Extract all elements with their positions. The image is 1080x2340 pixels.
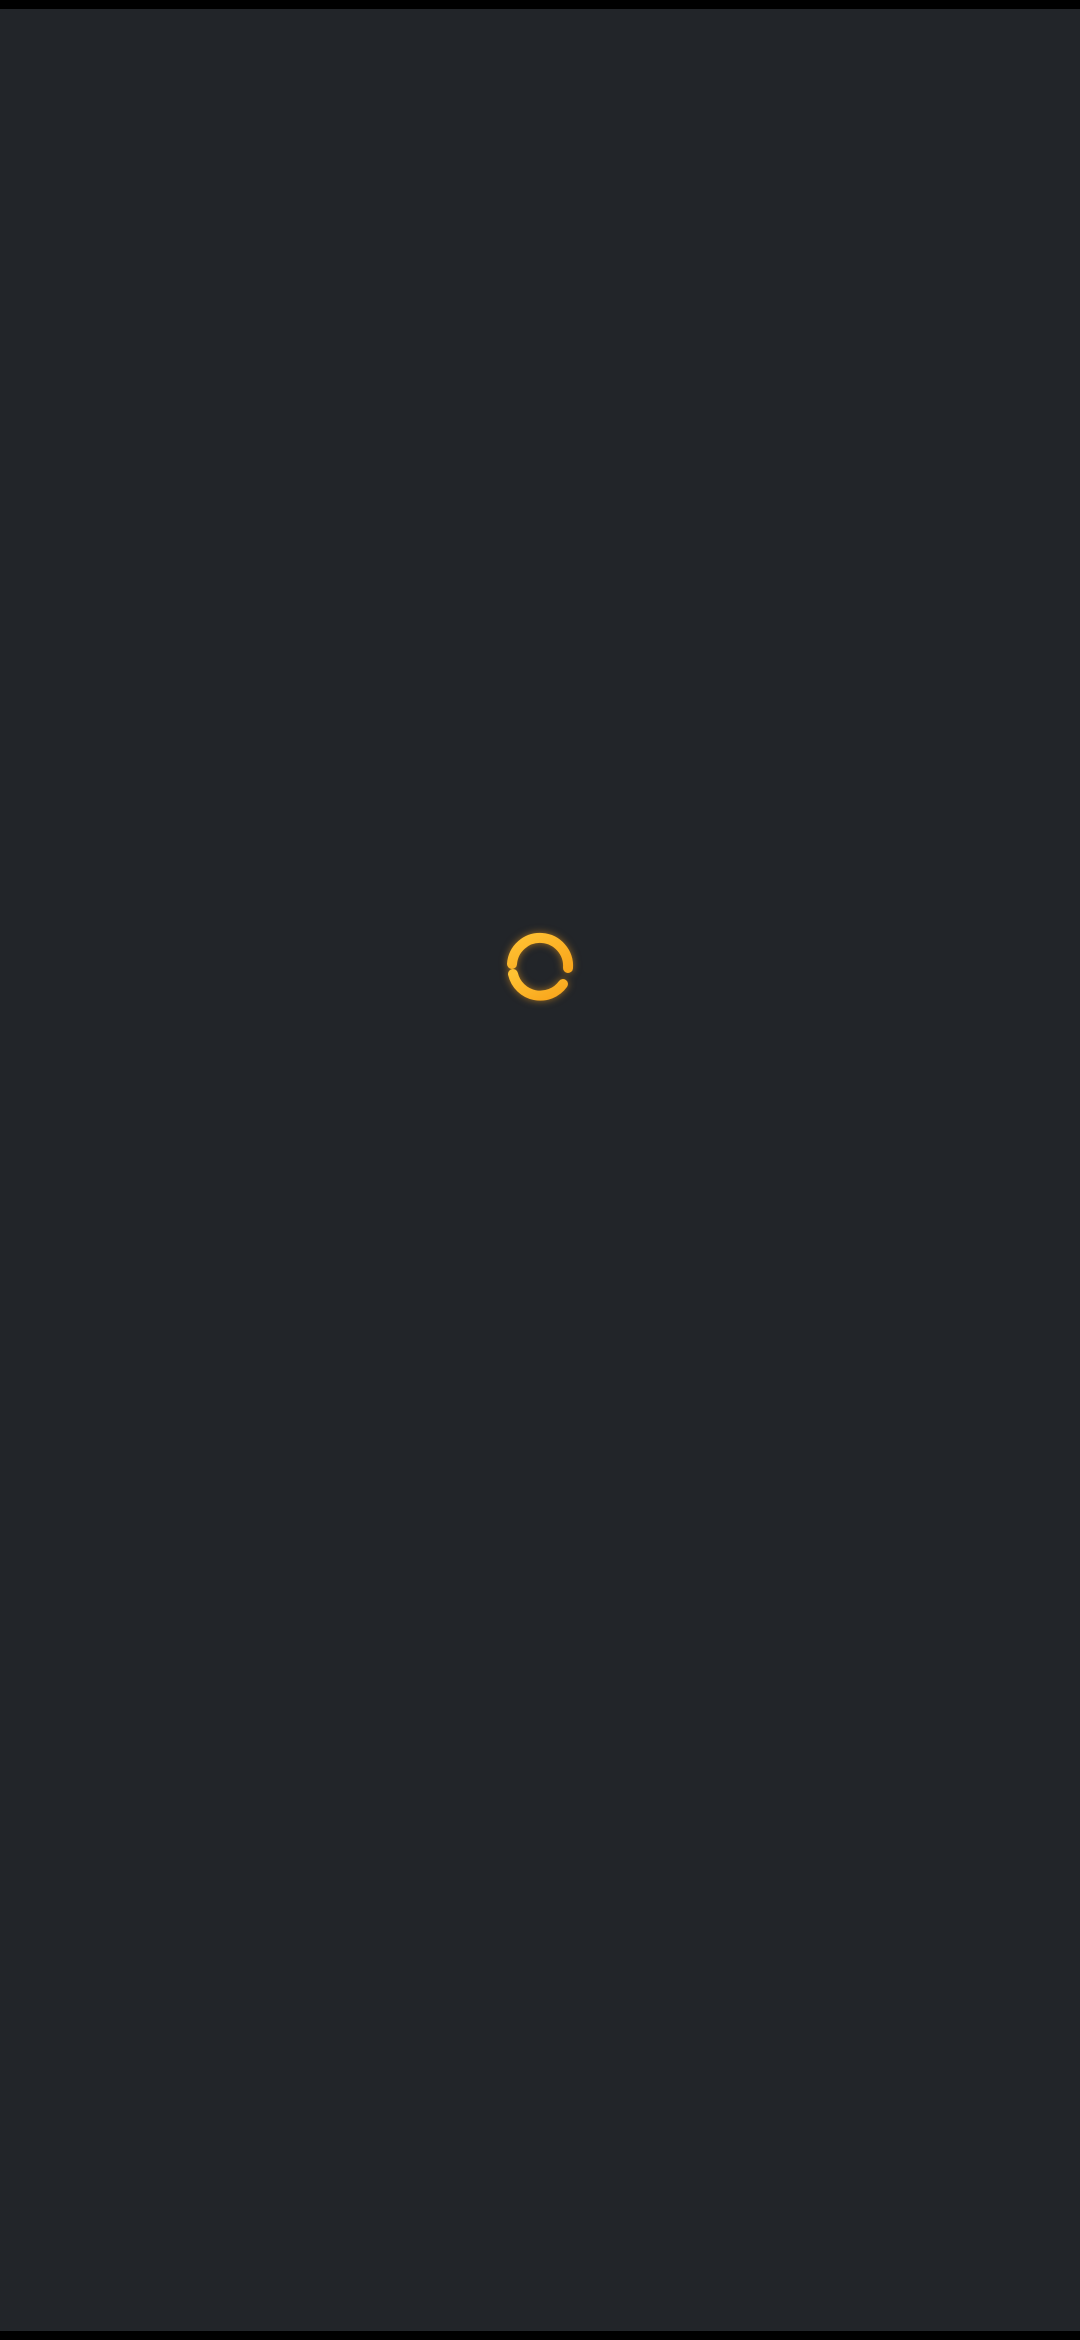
loading-screen (0, 9, 1080, 2331)
spinner-arc-upper (507, 933, 574, 973)
loading-spinner-graphic (507, 933, 574, 1001)
spinner-arc-lower (508, 969, 568, 1001)
top-edge-bar (0, 0, 1080, 9)
bottom-edge-bar (0, 2331, 1080, 2340)
loading-spinner-icon (500, 928, 580, 1008)
